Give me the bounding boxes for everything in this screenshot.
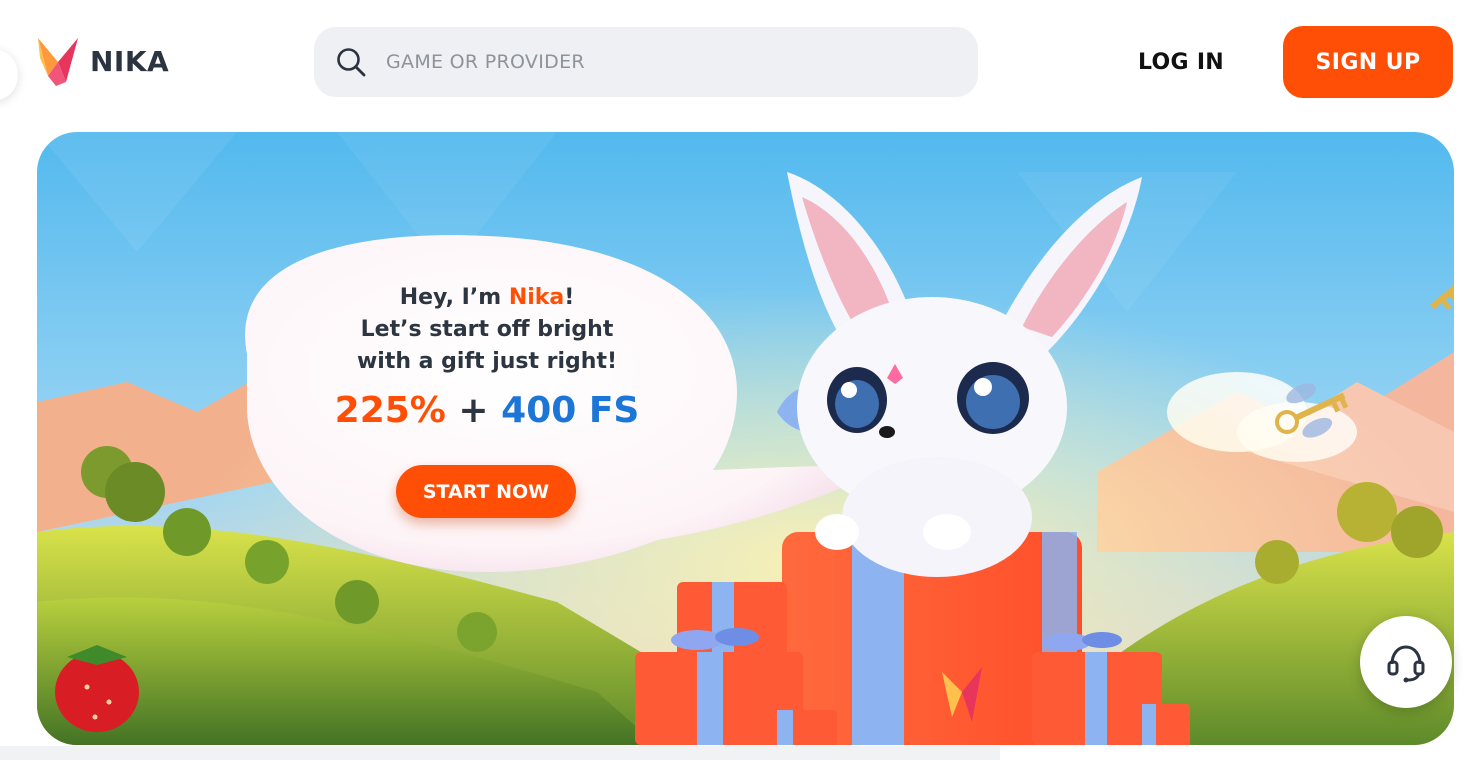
search-input[interactable] — [384, 50, 948, 74]
greeting-suffix: ! — [564, 285, 575, 310]
greeting-prefix: Hey, I’m — [399, 285, 509, 310]
greeting-name: Nika — [508, 285, 565, 310]
brand-name: NIKA — [90, 44, 170, 78]
login-button[interactable]: LOG IN — [1118, 34, 1244, 90]
bonus-free-spins: 400 FS — [501, 390, 640, 431]
headset-icon — [1387, 645, 1425, 683]
bonus-plus: + — [458, 390, 489, 431]
bonus-offer: 225% + 400 FS — [287, 388, 687, 434]
tagline-line-2: with a gift just right! — [356, 349, 618, 374]
banner-illustration — [37, 132, 1454, 745]
logo[interactable]: NIKA — [36, 36, 169, 86]
search-bar[interactable] — [314, 27, 978, 97]
bonus-percent: 225% — [334, 390, 446, 431]
promo-banner[interactable]: Hey, I’m Nika! Let’s start off bright wi… — [37, 132, 1454, 745]
signup-button[interactable]: SIGN UP — [1283, 26, 1453, 98]
greeting-line: Hey, I’m Nika! — [287, 282, 687, 314]
search-icon — [336, 47, 366, 77]
nika-logo-icon — [38, 38, 78, 86]
start-now-button[interactable]: START NOW — [396, 465, 576, 518]
sidebar-toggle[interactable] — [0, 50, 18, 100]
tagline-line-1: Let’s start off bright — [360, 317, 614, 342]
page-bottom-divider — [0, 746, 1000, 760]
promo-text: Hey, I’m Nika! Let’s start off bright wi… — [287, 282, 687, 434]
support-chat-button[interactable] — [1360, 616, 1452, 708]
